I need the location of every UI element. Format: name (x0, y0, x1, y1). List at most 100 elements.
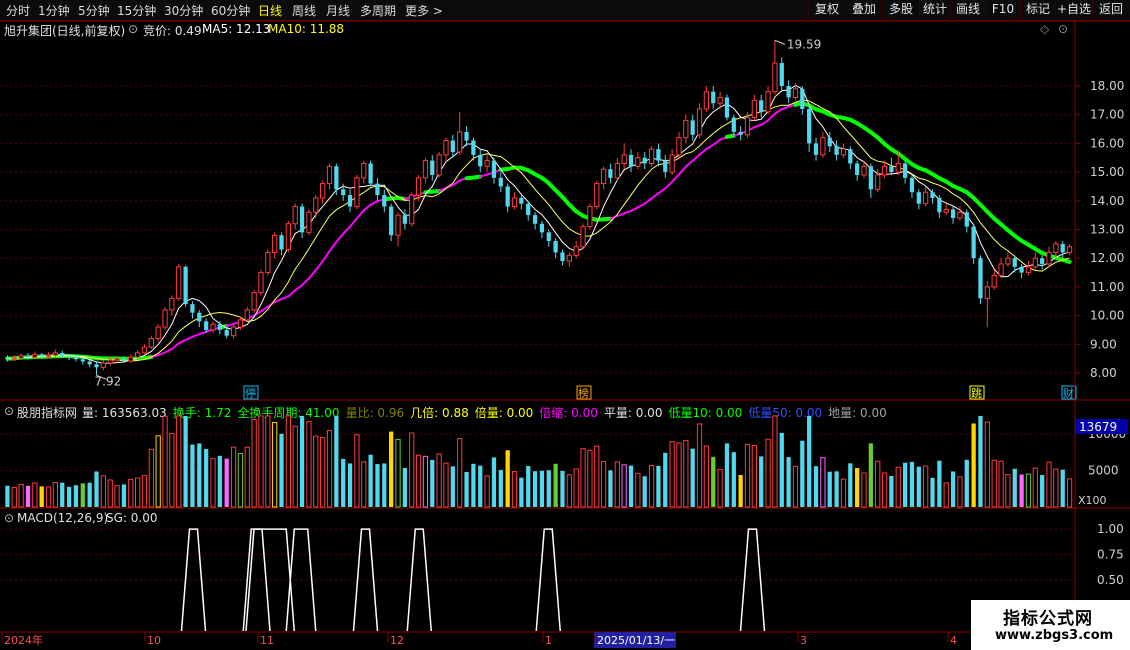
volume-bar (1005, 474, 1011, 508)
volume-metric-8: 低量10: 0.00 (668, 406, 743, 420)
diamond-icon[interactable]: ◇ (1040, 22, 1049, 36)
volume-collapse-icon[interactable]: ⊙ (4, 404, 14, 418)
candle-body-down (738, 131, 743, 135)
timeframe-tab-5min[interactable]: 5分钟 (78, 2, 110, 19)
ma-long-segment (868, 130, 880, 140)
volume-bar (430, 459, 435, 507)
timeframe-tab-multi[interactable]: 多周期 (360, 2, 396, 19)
candle-body-up (580, 226, 586, 248)
ma-long-segment (630, 206, 639, 213)
ma-long-segment (451, 179, 461, 187)
timeframe-tab-weekly[interactable]: 周线 (292, 2, 316, 19)
add-watchlist-button[interactable]: +自选 (1055, 0, 1092, 19)
ma-long-segment (294, 284, 304, 292)
candle-body-up (107, 359, 113, 364)
volume-metric-7: 平量: 0.00 (603, 406, 663, 420)
settings-icon[interactable]: ⊙ (1058, 22, 1068, 36)
candle-body-up (875, 174, 881, 190)
x-axis-cursor-box (594, 632, 676, 648)
timeframe-tab-60min[interactable]: 60分钟 (211, 2, 250, 19)
ma-long-segment (971, 195, 983, 207)
timeframe-tab-1min[interactable]: 1分钟 (38, 2, 70, 19)
event-marker-box (1061, 385, 1077, 400)
price-tick-label: 17.00 (1090, 108, 1124, 122)
timeframe-tab-daily[interactable]: 日线 (258, 2, 282, 19)
ma-long-segment (957, 186, 969, 195)
high-pointer (774, 39, 786, 45)
fuquan-button[interactable]: 复权 (808, 0, 845, 19)
candle-body-up (635, 157, 641, 167)
ma-long-segment (814, 107, 825, 114)
ma-long-segment (225, 322, 235, 328)
candle-body-down (382, 195, 387, 207)
back-button[interactable]: 返回 (1092, 0, 1129, 19)
volume-bar (66, 486, 72, 507)
volume-bar (45, 486, 52, 508)
candle-body-down (197, 312, 202, 322)
volume-bar (73, 485, 79, 507)
volume-bar (717, 468, 723, 508)
ma-long-segment (787, 103, 797, 108)
volume-bar (1066, 478, 1073, 508)
timeframe-tab-monthly[interactable]: 月线 (326, 2, 350, 19)
price-tick-label: 8.00 (1090, 366, 1117, 380)
price-tick-label: 11.00 (1090, 280, 1124, 294)
volume-bar (792, 465, 799, 508)
candle-body-up (1032, 257, 1038, 268)
macd-tick-label: 0.50 (1097, 573, 1124, 587)
volume-current-box (1075, 419, 1128, 434)
watermark-logo: 指标公式网 www.zbgs3.com (971, 600, 1130, 650)
ma-long-segment (739, 130, 749, 135)
candle-body-down (731, 117, 736, 132)
ma-long-segment (574, 209, 586, 218)
ma-long-segment (834, 114, 846, 120)
volume-bar (868, 443, 873, 507)
macd-collapse-icon[interactable]: ⊙ (4, 511, 14, 525)
ma-long-segment (780, 105, 790, 111)
candle-body-up (772, 62, 778, 93)
macd-signal-pulse (180, 528, 207, 632)
ma-long-segment (827, 112, 839, 119)
high-price-label: 19.59 (787, 37, 821, 51)
collapse-icon[interactable]: ⊙ (128, 22, 138, 36)
volume-bar (744, 443, 751, 508)
volume-bar (923, 465, 929, 508)
volume-bar (759, 456, 764, 507)
candle-body-up (292, 206, 298, 225)
candle-body-down (807, 108, 812, 144)
volume-metric-5: 倍量: 0.00 (474, 406, 534, 420)
mark-button[interactable]: 标记 (1020, 0, 1055, 19)
timeframe-tab-fenshi[interactable]: 分时 (6, 2, 30, 19)
ma-long-segment (698, 147, 708, 156)
candle-body-down (73, 357, 79, 360)
candle-body-up (1005, 257, 1011, 265)
candle-body-up (792, 88, 799, 98)
candle-body-up (52, 352, 59, 356)
timeframe-tab-30min[interactable]: 30分钟 (164, 2, 203, 19)
ma-long-segment (505, 165, 517, 172)
candle-body-down (491, 160, 497, 178)
ma-long-segment (581, 213, 592, 221)
volume-bar (484, 475, 490, 508)
x-axis-label: 2024年 (4, 633, 43, 647)
ma-long-segment (80, 354, 92, 360)
volume-bar (197, 443, 202, 507)
ma-long-segment (773, 108, 783, 115)
multi-stock-button[interactable]: 多股 (882, 0, 919, 19)
volume-bar (600, 461, 607, 508)
stock-title: 旭升集团(日线,前复权) (4, 24, 126, 38)
ma-long-segment (705, 143, 715, 150)
f10-button[interactable]: F10 (985, 0, 1020, 19)
volume-bar (190, 444, 195, 507)
overlay-button[interactable]: 叠加 (845, 0, 882, 19)
timeframe-tab-15min[interactable]: 15分钟 (117, 2, 156, 19)
volume-bar (614, 461, 620, 508)
statistics-button[interactable]: 统计 (919, 0, 950, 19)
draw-line-button[interactable]: 画线 (950, 0, 985, 19)
timeframe-more-menu[interactable]: 更多 > (405, 2, 443, 19)
x-axis-label: 12 (390, 634, 404, 647)
candle-body-up (162, 309, 168, 328)
candle-body-down (724, 97, 730, 118)
volume-bar (984, 421, 990, 508)
candle-body-up (751, 99, 757, 119)
